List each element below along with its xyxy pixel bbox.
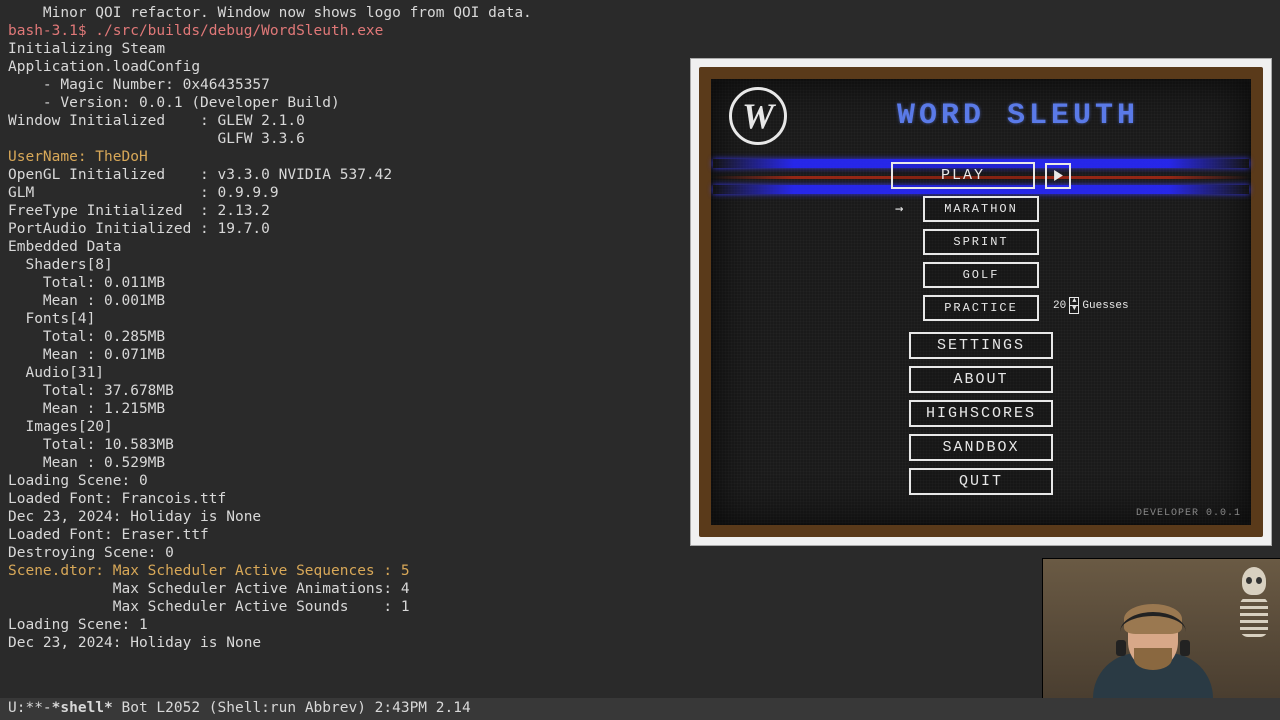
stepper-down-icon[interactable]: ▼ (1070, 306, 1078, 313)
guesses-label: Guesses (1082, 300, 1128, 312)
chalkboard-frame: W WORD SLEUTH PLAY → MARATHON (699, 67, 1263, 537)
game-window[interactable]: W WORD SLEUTH PLAY → MARATHON (690, 58, 1272, 546)
terminal-line: bash-3.1$ ./src/builds/debug/WordSleuth.… (8, 22, 1272, 40)
golf-button[interactable]: GOLF (923, 262, 1039, 288)
practice-button[interactable]: PRACTICE (923, 295, 1039, 321)
sandbox-button[interactable]: SANDBOX (909, 434, 1053, 461)
sprint-button[interactable]: SPRINT (923, 229, 1039, 255)
webcam-overlay (1042, 558, 1280, 698)
game-logo: W (729, 87, 787, 145)
quit-button[interactable]: QUIT (909, 468, 1053, 495)
streamer-figure (1093, 588, 1213, 698)
game-title: WORD SLEUTH (897, 99, 1139, 133)
settings-button[interactable]: SETTINGS (909, 332, 1053, 359)
about-button[interactable]: ABOUT (909, 366, 1053, 393)
statusbar-buffer: *shell* (52, 700, 113, 716)
highscores-button[interactable]: HIGHSCORES (909, 400, 1053, 427)
statusbar-left: U:**- (8, 700, 52, 716)
skeleton-prop (1234, 567, 1274, 697)
guesses-value: 20 (1053, 300, 1066, 312)
play-icon-button[interactable] (1045, 163, 1071, 189)
play-icon (1053, 170, 1064, 181)
selection-arrow-icon: → (895, 201, 903, 217)
chalkboard-surface: W WORD SLEUTH PLAY → MARATHON (711, 79, 1251, 525)
guesses-stepper[interactable]: ▲ ▼ (1069, 297, 1079, 314)
terminal-line: Minor QOI refactor. Window now shows log… (8, 4, 1272, 22)
statusbar-right: Bot L2052 (Shell:run Abbrev) 2:43PM 2.14 (113, 700, 471, 716)
version-badge: DEVELOPER 0.0.1 (1136, 508, 1241, 519)
play-button[interactable]: PLAY (891, 162, 1035, 189)
emacs-statusbar: U:**-*shell* Bot L2052 (Shell:run Abbrev… (0, 698, 1280, 720)
guesses-setting: 20 ▲ ▼ Guesses (1053, 297, 1129, 314)
marathon-button[interactable]: MARATHON (923, 196, 1039, 222)
terminal-line: Initializing Steam (8, 40, 1272, 58)
